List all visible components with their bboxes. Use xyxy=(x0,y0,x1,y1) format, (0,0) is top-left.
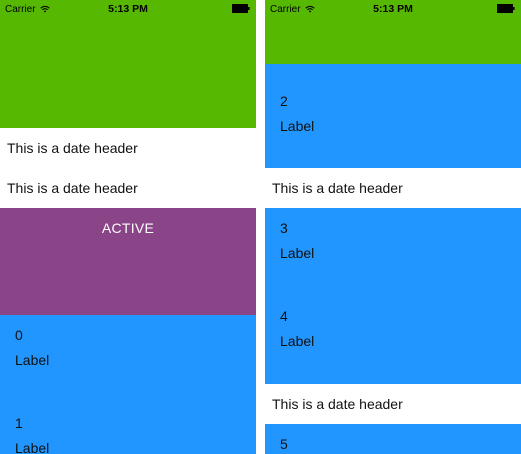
battery-icon xyxy=(497,4,515,13)
date-header: This is a date header xyxy=(0,128,256,168)
green-block xyxy=(0,0,256,128)
list-item[interactable]: 2 Label xyxy=(265,64,521,168)
date-header-text: This is a date header xyxy=(7,180,138,196)
status-time: 5:13 PM xyxy=(108,3,148,15)
status-bar: Carrier 5:13 PM xyxy=(265,0,521,18)
date-header: This is a date header xyxy=(0,168,256,208)
date-header-text: This is a date header xyxy=(272,396,403,412)
cell-list: 0 Label 1 Label xyxy=(0,315,256,454)
active-cell[interactable]: ACTIVE xyxy=(0,208,256,315)
cell-label: Label xyxy=(15,352,50,368)
cell-number: 5 xyxy=(280,436,288,452)
cell-label: Label xyxy=(15,440,50,454)
cell-number: 4 xyxy=(280,308,288,324)
active-label: ACTIVE xyxy=(101,220,155,236)
left-screen: Carrier 5:13 PM This is a date header Th… xyxy=(0,0,256,454)
cell-number: 0 xyxy=(15,327,23,343)
cell-label: Label xyxy=(280,333,315,349)
cell-number: 3 xyxy=(280,220,288,236)
status-bar: Carrier 5:13 PM xyxy=(0,0,256,18)
date-header-text: This is a date header xyxy=(272,180,403,196)
right-screen: Carrier 5:13 PM 2 Label This is a date h… xyxy=(265,0,521,454)
cell-number: 2 xyxy=(280,93,288,109)
list-item[interactable]: 5 xyxy=(265,424,521,454)
battery-icon xyxy=(232,4,250,13)
status-time: 5:13 PM xyxy=(373,3,413,15)
cell-number: 1 xyxy=(15,415,23,431)
cell-label: Label xyxy=(280,245,315,261)
date-header: This is a date header xyxy=(265,168,521,208)
date-header: This is a date header xyxy=(265,384,521,424)
cell-label: Label xyxy=(280,118,315,134)
divider xyxy=(256,0,265,454)
cell-list: 3 Label 4 Label xyxy=(265,208,521,384)
date-header-text: This is a date header xyxy=(7,140,138,156)
